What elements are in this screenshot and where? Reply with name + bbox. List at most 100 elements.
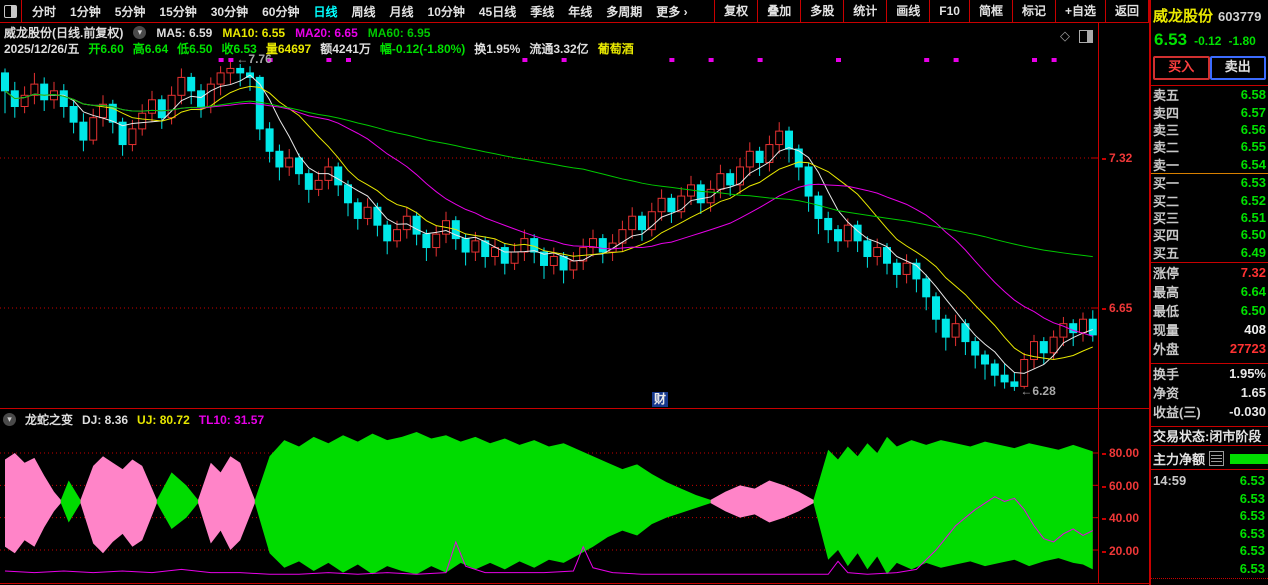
tick-price: 6.53 — [1240, 543, 1265, 558]
tick-row[interactable]: 6.53 — [1151, 542, 1268, 560]
toolbar-multistock-button[interactable]: 多股 — [800, 0, 843, 22]
bid-row-4[interactable]: 买四6.50 — [1151, 226, 1268, 243]
main-net-inflow-row[interactable]: 主力净额 — [1151, 448, 1268, 470]
tick-row[interactable]: 6.53 — [1151, 525, 1268, 543]
tick-price: 6.53 — [1240, 561, 1265, 576]
period-menu: 分时 1分钟 5分钟 15分钟 30分钟 60分钟 日线 周线 月线 10分钟 … — [32, 3, 688, 20]
buy-button[interactable]: 买入 — [1153, 56, 1210, 80]
tick-row[interactable]: 6.53 — [1151, 507, 1268, 525]
indicator-name[interactable]: 龙蛇之变 — [25, 411, 73, 428]
day-low-row: 最低6.50 — [1151, 301, 1268, 320]
ask-row-2[interactable]: 卖二6.55 — [1151, 138, 1268, 155]
period-tab-yearly[interactable]: 年线 — [568, 3, 592, 20]
diamond-marker-icon[interactable]: ◇ — [1060, 28, 1070, 44]
price-change-pct: -1.80 — [1228, 34, 1255, 48]
toolbar-fuquan-button[interactable]: 复权 — [714, 0, 757, 22]
toolbar-f10-button[interactable]: F10 — [929, 0, 969, 22]
toolbar-stats-button[interactable]: 统计 — [843, 0, 886, 22]
toolbar-drawline-button[interactable]: 画线 — [886, 0, 929, 22]
indicator-chart-area[interactable] — [0, 410, 1099, 583]
high-value: 高6.64 — [133, 40, 168, 57]
price-level-label-732: 7.32 — [1102, 151, 1132, 165]
bottom-border — [0, 583, 1149, 584]
period-tab-monthly[interactable]: 月线 — [390, 3, 414, 20]
indicator-chart[interactable] — [0, 410, 1099, 583]
stat-label: 收益(三) — [1153, 402, 1201, 421]
layout-toggle-icon[interactable] — [0, 0, 22, 22]
main-chart-area[interactable]: ←7.76←6.28 — [0, 57, 1099, 408]
tick-row[interactable]: 6.53 — [1151, 490, 1268, 508]
tick-row[interactable]: 14:596.53 — [1151, 472, 1268, 490]
bid-price: 6.53 — [1241, 175, 1266, 190]
tick-price: 6.53 — [1240, 491, 1265, 506]
price-level-label-665: 6.65 — [1102, 301, 1132, 315]
open-value: 开6.60 — [88, 40, 123, 57]
ask-levels: 卖五6.58 卖四6.57 卖三6.56 卖二6.55 卖一6.54 — [1151, 85, 1268, 173]
sidebar-price-row: 6.53 -0.12 -1.80 — [1154, 30, 1256, 50]
ask-row-1[interactable]: 卖一6.54 — [1151, 156, 1268, 173]
bid-label: 买五 — [1153, 243, 1179, 262]
period-tab-60min[interactable]: 60分钟 — [262, 3, 299, 20]
ask-row-4[interactable]: 卖四6.57 — [1151, 103, 1268, 120]
period-tab-daily-active[interactable]: 日线 — [313, 3, 337, 20]
toolbar-simpleframe-button[interactable]: 简框 — [969, 0, 1012, 22]
list-icon[interactable] — [1209, 451, 1224, 466]
main-candlestick-chart[interactable] — [0, 57, 1099, 408]
tick-list: 14:596.53 6.53 6.53 6.53 6.53 6.53 — [1151, 472, 1268, 579]
ask-label: 卖五 — [1153, 85, 1179, 104]
indicator-header: ▾ 龙蛇之变 DJ: 8.36 UJ: 80.72 TL10: 31.57 — [3, 411, 264, 428]
period-tab-1min[interactable]: 1分钟 — [70, 3, 101, 20]
indicator-chevron-icon[interactable]: ▾ — [3, 413, 16, 426]
period-tab-multi[interactable]: 多周期 — [606, 3, 642, 20]
ask-label: 卖四 — [1153, 103, 1179, 122]
bid-price: 6.50 — [1241, 227, 1266, 242]
net-inflow-bar — [1230, 454, 1268, 464]
period-tab-fenshi[interactable]: 分时 — [32, 3, 56, 20]
bid-row-3[interactable]: 买三6.51 — [1151, 209, 1268, 226]
period-tab-5min[interactable]: 5分钟 — [115, 3, 146, 20]
stat-label: 涨停 — [1153, 263, 1179, 282]
tick-row[interactable]: 6.53 — [1151, 560, 1268, 578]
menubar: 分时 1分钟 5分钟 15分钟 30分钟 60分钟 日线 周线 月线 10分钟 … — [0, 0, 1149, 23]
stats-block-1: 涨停7.32 最高6.64 最低6.50 现量408 外盘27723 — [1151, 262, 1268, 358]
stat-value: 408 — [1244, 322, 1266, 337]
stock-code: 603779 — [1218, 9, 1261, 24]
tick-price: 6.53 — [1240, 473, 1265, 488]
sidebar-stock-header[interactable]: 威龙股份 603779 — [1153, 5, 1261, 26]
toolbar-back-button[interactable]: 返回 — [1105, 0, 1149, 22]
close-value: 收6.53 — [221, 40, 256, 57]
bid-label: 买三 — [1153, 208, 1179, 227]
chevron-down-icon[interactable]: ▾ — [133, 26, 146, 39]
date-label: 2025/12/26/五 — [4, 40, 79, 57]
ask-price: 6.54 — [1241, 157, 1266, 172]
bid-row-1[interactable]: 买一6.53 — [1151, 174, 1268, 191]
stat-value: -0.030 — [1229, 404, 1266, 419]
period-tab-quarterly[interactable]: 季线 — [530, 3, 554, 20]
sell-button[interactable]: 卖出 — [1210, 56, 1267, 80]
split-window-icon[interactable] — [1079, 30, 1093, 43]
indicator-level-80: 80.00 — [1102, 446, 1139, 460]
event-tag-badge[interactable]: 财 — [652, 392, 668, 407]
period-tab-15min[interactable]: 15分钟 — [159, 3, 196, 20]
menu-more[interactable]: 更多 › — [656, 3, 687, 20]
period-tab-weekly[interactable]: 周线 — [351, 3, 375, 20]
chart-info-line: 威龙股份(日线.前复权) ▾ MA5: 6.59 MA10: 6.55 MA20… — [4, 25, 430, 40]
toolbar-overlay-button[interactable]: 叠加 — [757, 0, 800, 22]
amount-value: 额4241万 — [320, 40, 371, 57]
stat-label: 换手 — [1153, 364, 1179, 383]
ask-row-5[interactable]: 卖五6.58 — [1151, 86, 1268, 103]
bid-row-5[interactable]: 买五6.49 — [1151, 244, 1268, 261]
period-tab-45day[interactable]: 45日线 — [479, 3, 516, 20]
indicator-uj-value: UJ: 80.72 — [137, 413, 190, 427]
period-tab-10min[interactable]: 10分钟 — [428, 3, 465, 20]
current-volume-row: 现量408 — [1151, 320, 1268, 339]
day-high-row: 最高6.64 — [1151, 282, 1268, 301]
industry-tag[interactable]: 葡萄酒 — [598, 40, 634, 57]
toolbar-mark-button[interactable]: 标记 — [1012, 0, 1055, 22]
period-tab-30min[interactable]: 30分钟 — [211, 3, 248, 20]
ask-row-3[interactable]: 卖三6.56 — [1151, 121, 1268, 138]
toolbar-addwatch-button[interactable]: +自选 — [1055, 0, 1105, 22]
bid-levels: 买一6.53 买二6.52 买三6.51 买四6.50 买五6.49 — [1151, 173, 1268, 261]
ask-price: 6.55 — [1241, 139, 1266, 154]
bid-row-2[interactable]: 买二6.52 — [1151, 191, 1268, 208]
